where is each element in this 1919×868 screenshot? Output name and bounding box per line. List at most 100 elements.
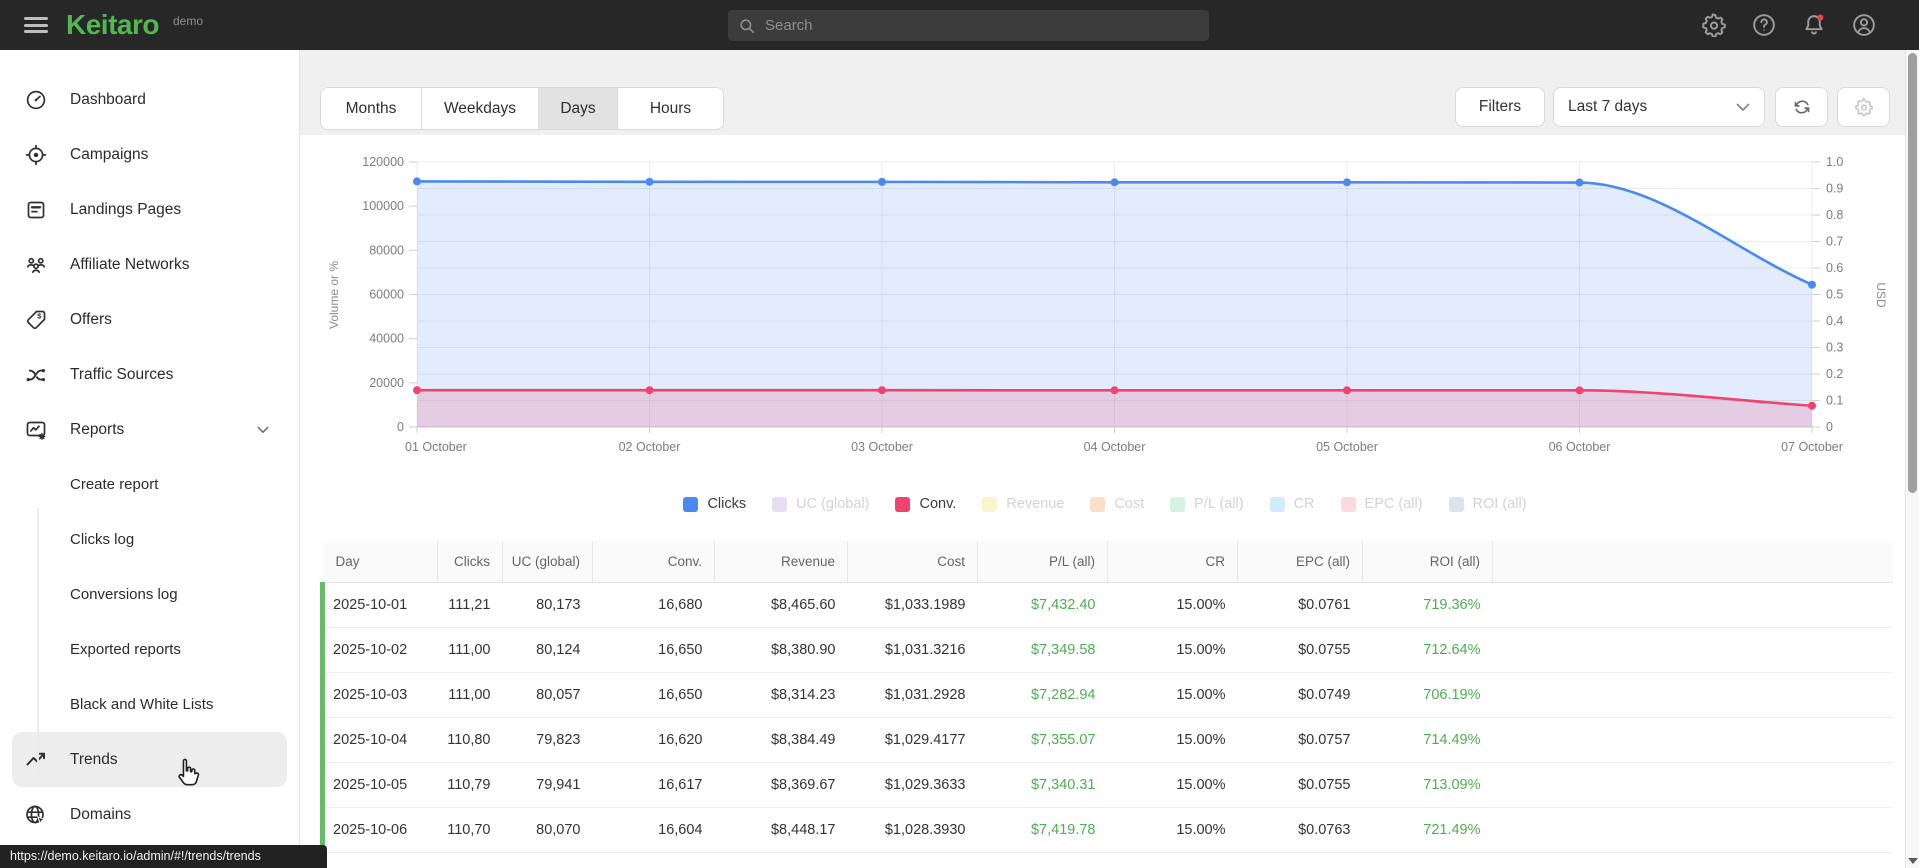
legend-item-uc-global-[interactable]: UC (global) (772, 496, 869, 512)
column-header-roi-all-[interactable]: ROI (all) (1362, 541, 1493, 583)
cell-clicks: 111,21 (437, 582, 503, 628)
reports-icon (24, 418, 48, 442)
legend-label: CR (1293, 496, 1315, 512)
sidebar-item-affiliate-networks[interactable]: Affiliate Networks (0, 237, 299, 292)
sidebar-item-campaigns[interactable]: Campaigns (0, 127, 299, 182)
cell-p-l-all-: $7,340.31 (977, 762, 1108, 808)
cell-cost: $1,029.4177 (847, 717, 978, 763)
legend-label: ROI (all) (1472, 496, 1527, 512)
cell-clicks: 111,00 (437, 672, 503, 718)
tab-hours[interactable]: Hours (618, 88, 723, 129)
legend-label: Conv. (919, 496, 957, 512)
legend-item-cr[interactable]: CR (1269, 496, 1315, 512)
notifications-bell-icon[interactable] (1802, 13, 1826, 37)
legend-item-p-l-all-[interactable]: P/L (all) (1170, 496, 1244, 512)
sidebar-item-exported-reports[interactable]: Exported reports (0, 622, 299, 677)
legend-item-roi-all-[interactable]: ROI (all) (1448, 496, 1527, 512)
cell-uc-global-: 79,823 (502, 717, 593, 763)
cell-uc-global-: 79,941 (502, 762, 593, 808)
column-header-day[interactable]: Day (322, 541, 438, 583)
cell-epc-all-: $0.0757 (1237, 717, 1363, 763)
cell-clicks: 111,00 (437, 627, 503, 673)
cell-cr: 15.00% (1107, 672, 1238, 718)
cell-roi-all-: 721.49% (1362, 807, 1493, 853)
settings-gear-icon[interactable] (1702, 13, 1726, 37)
sidebar-item-traffic-sources[interactable]: Traffic Sources (0, 347, 299, 402)
date-range-select[interactable]: Last 7 days (1553, 87, 1765, 127)
column-header-p-l-all-[interactable]: P/L (all) (977, 541, 1108, 583)
cell-epc-all-: $0.0762 (1237, 852, 1363, 868)
sidebar-item-create-report[interactable]: Create report (0, 457, 299, 512)
column-header-conv-[interactable]: Conv. (592, 541, 715, 583)
chevron-down-icon (257, 426, 269, 434)
chart-settings-button[interactable] (1837, 87, 1890, 127)
menu-hamburger-icon[interactable] (24, 17, 48, 33)
sidebar-item-clicks-log[interactable]: Clicks log (0, 512, 299, 567)
svg-text:04 October: 04 October (1084, 440, 1146, 454)
cell-conv-: 16,604 (592, 807, 715, 853)
cell-revenue: $4,908.31 (714, 852, 848, 868)
cell-epc-all-: $0.0755 (1237, 762, 1363, 808)
sidebar-item-landings-pages[interactable]: Landings Pages (0, 182, 299, 237)
traffic-icon (24, 363, 48, 387)
column-header-cost[interactable]: Cost (847, 541, 978, 583)
affiliate-icon (24, 253, 48, 277)
legend-item-epc-all-[interactable]: EPC (all) (1340, 496, 1423, 512)
chart-legend: Clicks UC (global) Conv. Revenue Cost P/L (al… (320, 490, 1890, 518)
sidebar-item-conversions-log[interactable]: Conversions log (0, 567, 299, 622)
column-header-clicks[interactable]: Clicks (437, 541, 503, 583)
cell-revenue: $8,465.60 (714, 582, 848, 628)
legend-item-conv-[interactable]: Conv. (895, 496, 956, 512)
svg-text:07 October: 07 October (1781, 440, 1843, 454)
legend-item-cost[interactable]: Cost (1090, 496, 1144, 512)
search-input[interactable] (765, 17, 1199, 34)
account-avatar-icon[interactable] (1852, 13, 1876, 37)
tab-weekdays[interactable]: Weekdays (422, 88, 539, 129)
tab-days[interactable]: Days (539, 88, 618, 129)
cell-conv-: 16,650 (592, 672, 715, 718)
scrollbar-down-arrow[interactable] (1908, 858, 1918, 864)
svg-text:USD: USD (1874, 282, 1888, 308)
sidebar-item-offers[interactable]: $ Offers (0, 292, 299, 347)
svg-text:0.5: 0.5 (1826, 288, 1843, 302)
sidebar-item-trends[interactable]: Trends (12, 732, 287, 787)
cell-filler (1492, 627, 1893, 673)
svg-text:0.6: 0.6 (1826, 261, 1843, 275)
gear-icon (1854, 98, 1873, 116)
legend-item-clicks[interactable]: Clicks (683, 496, 746, 512)
svg-text:0.8: 0.8 (1826, 208, 1843, 222)
filters-button[interactable]: Filters (1455, 87, 1545, 127)
sidebar-item-label: Clicks log (70, 531, 135, 548)
sidebar-item-black-and-white-lists[interactable]: Black and White Lists (0, 677, 299, 732)
trends-table: Day Clicks UC (global) Conv. Revenue Cost P/L … (320, 541, 1893, 868)
column-header-uc-global-[interactable]: UC (global) (502, 541, 593, 583)
svg-text:20000: 20000 (369, 376, 404, 390)
sidebar-item-dashboard[interactable]: Dashboard (0, 72, 299, 127)
column-header-epc-all-[interactable]: EPC (all) (1237, 541, 1363, 583)
sidebar-item-label: Create report (70, 476, 159, 493)
domains-icon (24, 803, 48, 827)
scrollbar-thumb[interactable] (1908, 53, 1917, 493)
cell-day: 2025-10-02 (320, 627, 438, 673)
tab-months[interactable]: Months (321, 88, 422, 129)
cell-roi-all-: 712.64% (1362, 627, 1493, 673)
svg-text:0.7: 0.7 (1826, 235, 1843, 249)
cell-revenue: $8,380.90 (714, 627, 848, 673)
global-search[interactable] (728, 10, 1209, 41)
svg-text:$: $ (37, 311, 42, 320)
reports-submenu-rule (37, 508, 39, 780)
svg-text:01 October: 01 October (405, 440, 467, 454)
sidebar-item-domains[interactable]: Domains (0, 787, 299, 842)
table-row: 2025-10-02 111,00 80,124 16,650 $8,380.90 $1,… (320, 627, 1893, 673)
campaigns-icon (24, 143, 48, 167)
legend-item-revenue[interactable]: Revenue (982, 496, 1064, 512)
sidebar-item-reports[interactable]: Reports (0, 402, 299, 457)
cell-filler (1492, 717, 1893, 763)
column-header-revenue[interactable]: Revenue (714, 541, 848, 583)
help-icon[interactable] (1752, 13, 1776, 37)
sidebar-item-label: Domains (70, 805, 132, 823)
column-header-cr[interactable]: CR (1107, 541, 1238, 583)
refresh-button[interactable] (1775, 87, 1828, 127)
page-scrollbar[interactable] (1905, 50, 1919, 868)
svg-text:0: 0 (397, 420, 404, 434)
